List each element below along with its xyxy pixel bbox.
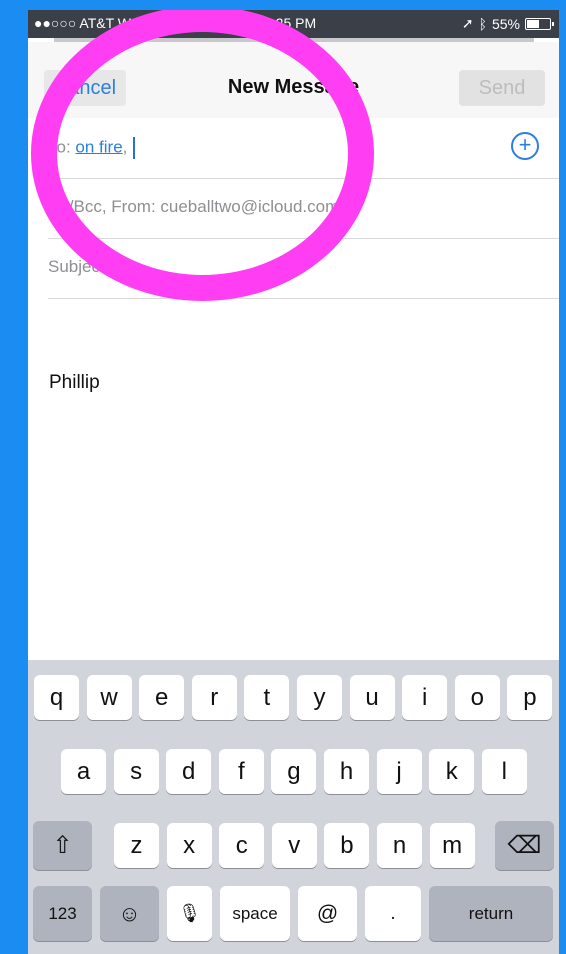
key-z[interactable]: z (114, 823, 159, 868)
space-key[interactable]: space (220, 886, 290, 941)
battery-percent: 55% (491, 15, 520, 32)
subject-label: Subject: (48, 257, 110, 276)
period-key[interactable]: . (365, 886, 421, 941)
send-button[interactable]: Send (459, 70, 545, 106)
return-key[interactable]: return (429, 886, 553, 941)
key-g[interactable]: g (271, 749, 317, 794)
emoji-key-icon[interactable]: ☺ (100, 886, 159, 941)
subject-field[interactable]: Subject: (48, 238, 559, 299)
clock: 3:25 PM (264, 15, 317, 31)
battery-icon (525, 17, 554, 30)
key-q[interactable]: q (34, 675, 79, 720)
key-u[interactable]: u (349, 675, 395, 720)
key-e[interactable]: e (139, 675, 185, 720)
key-j[interactable]: j (376, 749, 422, 794)
recipient-separator: , (122, 137, 128, 157)
keyboard: qwertyuiop asdfghjkl zxcvbnm ⇧ ⌫ 123 ☺ 🎙… (28, 660, 559, 954)
add-contact-icon[interactable]: + (511, 132, 539, 160)
microphone-key-icon[interactable]: 🎙 (167, 886, 212, 941)
key-v[interactable]: v (271, 823, 317, 868)
key-i[interactable]: i (402, 675, 448, 720)
phone-screen: ●●○○○ AT&T W 3:25 PM ➚ ᛒ 55% Cancel New … (28, 10, 559, 954)
to-label: To: (48, 137, 71, 157)
key-p[interactable]: p (507, 675, 553, 720)
key-d[interactable]: d (166, 749, 212, 794)
key-o[interactable]: o (454, 675, 500, 720)
carrier-label: ●●○○○ AT&T W (34, 15, 131, 31)
message-body[interactable]: Phillip (49, 372, 100, 394)
battery-fill (527, 19, 540, 28)
key-m[interactable]: m (429, 823, 475, 868)
key-s[interactable]: s (113, 749, 159, 794)
key-k[interactable]: k (429, 749, 475, 794)
key-a[interactable]: a (61, 749, 106, 794)
key-x[interactable]: x (166, 823, 212, 868)
location-icon: ➚ (461, 15, 474, 31)
shift-key-icon[interactable]: ⇧ (33, 821, 92, 870)
key-n[interactable]: n (377, 823, 422, 868)
at-key[interactable]: @ (298, 886, 357, 941)
cc-bcc-from-field[interactable]: Cc/Bcc, From: cueballtwo@icloud.com (48, 178, 559, 239)
key-t[interactable]: t (244, 675, 290, 720)
key-r[interactable]: r (191, 675, 237, 720)
cc-bcc-from-label: Cc/Bcc, From: cueballtwo@icloud.com (48, 197, 340, 216)
key-b[interactable]: b (324, 823, 370, 868)
bluetooth-icon: ᛒ (478, 15, 487, 32)
numbers-key[interactable]: 123 (33, 886, 92, 941)
status-bar: ●●○○○ AT&T W 3:25 PM ➚ ᛒ 55% (28, 10, 559, 38)
key-y[interactable]: y (297, 675, 342, 720)
delete-key-icon[interactable]: ⌫ (495, 821, 554, 870)
key-f[interactable]: f (218, 749, 264, 794)
compose-nav-bar: Cancel New Message Send (28, 42, 559, 118)
key-h[interactable]: h (324, 749, 369, 794)
to-field[interactable]: To: on fire, + (48, 118, 559, 179)
recipient-token[interactable]: on fire (75, 137, 122, 156)
key-l[interactable]: l (481, 749, 527, 794)
key-w[interactable]: w (86, 675, 132, 720)
text-caret (133, 137, 136, 159)
key-c[interactable]: c (219, 823, 265, 868)
status-right: ➚ ᛒ 55% (461, 15, 554, 32)
